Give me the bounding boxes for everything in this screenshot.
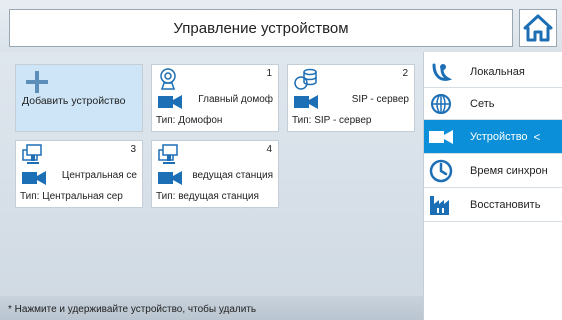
device-number: 4	[266, 144, 272, 155]
device-type: Тип: ведущая станция	[156, 191, 259, 202]
add-device-label: Добавить устройство	[22, 95, 126, 107]
device-number: 1	[266, 68, 272, 79]
device-grid: Добавить устройство 1 Главный домоф Тип:…	[0, 52, 423, 320]
clock-icon	[424, 159, 458, 183]
hint-text: * Нажмите и удерживайте устройство, чтоб…	[8, 304, 257, 315]
sidebar-item-label: Восстановить	[470, 198, 541, 211]
camera-icon	[294, 95, 318, 109]
device-number: 3	[130, 144, 136, 155]
camera-icon	[22, 171, 46, 185]
master-station-icon	[158, 144, 178, 164]
home-button[interactable]	[519, 9, 557, 47]
device-name: Центральная се	[61, 170, 137, 181]
local-icon	[424, 61, 458, 83]
device-number: 2	[402, 68, 408, 79]
chevron-left-icon: <	[533, 129, 541, 144]
page-title: Управление устройством	[9, 9, 513, 47]
sidebar-item-time-sync[interactable]: Время синхрон	[424, 154, 562, 188]
sidebar-item-restore[interactable]: Восстановить	[424, 188, 562, 222]
sidebar-item-label: Устройство	[470, 130, 528, 143]
device-name: ведущая станция	[192, 170, 273, 181]
sidebar-item-device[interactable]: Устройство <	[424, 120, 562, 154]
device-type: Тип: SIP - сервер	[292, 115, 372, 126]
sidebar-item-label: Локальная	[470, 65, 525, 78]
sip-server-icon	[294, 68, 317, 90]
central-station-icon	[22, 144, 42, 164]
camera-icon	[158, 171, 182, 185]
add-device-tile[interactable]: Добавить устройство	[15, 64, 143, 132]
header-bar: Управление устройством	[0, 0, 562, 52]
hint-bar: * Нажмите и удерживайте устройство, чтоб…	[0, 296, 423, 320]
factory-icon	[424, 194, 458, 216]
camera-icon	[158, 95, 182, 109]
device-name: SIP - сервер	[351, 94, 409, 105]
plus-icon	[26, 71, 48, 93]
sidebar-item-label: Время синхрон	[470, 164, 548, 177]
camera-icon	[424, 129, 458, 145]
home-icon	[523, 14, 553, 42]
sidebar-item-label: Сеть	[470, 97, 495, 110]
device-type: Тип: Домофон	[156, 115, 223, 126]
doorphone-icon	[160, 68, 176, 90]
globe-icon	[424, 93, 458, 115]
device-tile-1[interactable]: 1 Главный домоф Тип: Домофон	[151, 64, 279, 132]
device-type: Тип: Центральная сер	[20, 191, 123, 202]
device-name: Главный домоф	[198, 94, 273, 105]
device-tile-4[interactable]: 4 ведущая станция Тип: ведущая станция	[151, 140, 279, 208]
sidebar-item-network[interactable]: Сеть	[424, 88, 562, 120]
settings-sidebar: Локальная Сеть Устройство < Время синхро…	[423, 52, 562, 320]
sidebar-item-local[interactable]: Локальная	[424, 56, 562, 88]
device-tile-3[interactable]: 3 Центральная се Тип: Центральная сер	[15, 140, 143, 208]
device-tile-2[interactable]: 2 SIP - сервер Тип: SIP - сервер	[287, 64, 415, 132]
